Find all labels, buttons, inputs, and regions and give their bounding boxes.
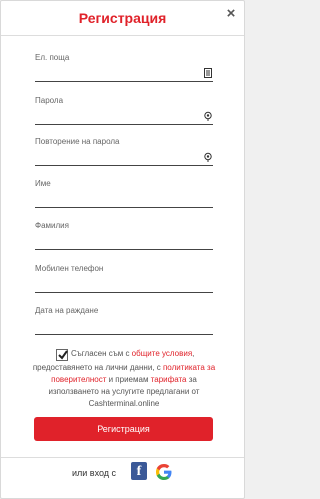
birth-date-field[interactable]: Дата на раждане: [35, 306, 213, 335]
close-icon[interactable]: ×: [224, 6, 238, 21]
phone-field[interactable]: Мобилен телефон: [35, 264, 213, 293]
first-name-field[interactable]: Име: [35, 179, 213, 208]
email-field[interactable]: Ел. поща: [35, 53, 213, 82]
eye-icon[interactable]: [204, 152, 212, 162]
modal-header: Регистрация ×: [1, 1, 244, 36]
email-label: Ел. поща: [35, 53, 70, 62]
consent-and: и приемам: [106, 375, 151, 384]
last-name-label: Фамилия: [35, 221, 69, 230]
registration-modal: Регистрация × Ел. поща Парола Повторение…: [0, 0, 245, 499]
register-button[interactable]: Регистрация: [34, 417, 213, 441]
password-repeat-label: Повторение на парола: [35, 137, 120, 146]
consent-first-line: Съгласен съм с общите условия,: [71, 349, 194, 358]
birth-date-label: Дата на раждане: [35, 306, 99, 315]
consent-comma: ,: [192, 349, 195, 358]
google-icon[interactable]: [155, 463, 173, 481]
terms-link[interactable]: общите условия: [132, 349, 193, 358]
password-repeat-field[interactable]: Повторение на парола: [35, 137, 213, 166]
consent-text: предоставянето на лични данни, с политик…: [31, 362, 217, 410]
last-name-field[interactable]: Фамилия: [35, 221, 213, 250]
or-login-label: или вход с: [72, 468, 117, 478]
facebook-icon[interactable]: f: [131, 462, 147, 480]
checkmark-icon: [58, 350, 68, 360]
modal-title: Регистрация: [78, 10, 167, 26]
phone-label: Мобилен телефон: [35, 264, 104, 273]
eye-icon[interactable]: [204, 111, 212, 121]
id-card-icon: [204, 68, 212, 78]
divider: [1, 457, 244, 458]
consent-prefix: Съгласен съм с: [71, 349, 132, 358]
first-name-label: Име: [35, 179, 51, 188]
password-field[interactable]: Парола: [35, 96, 213, 125]
password-label: Парола: [35, 96, 64, 105]
consent-checkbox[interactable]: [56, 349, 68, 361]
tariff-link[interactable]: тарифата: [151, 375, 187, 384]
consent-line2: предоставянето на лични данни, с: [32, 363, 163, 372]
